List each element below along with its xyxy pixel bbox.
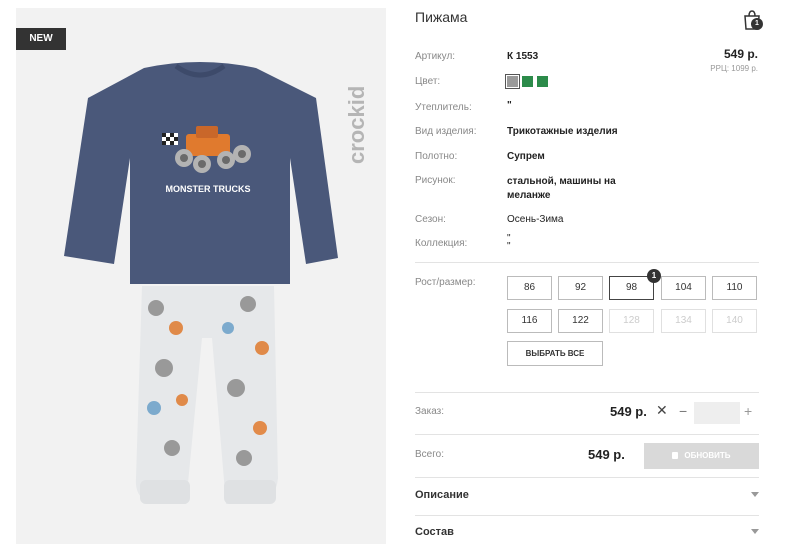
- size-option-110[interactable]: 110: [712, 276, 757, 300]
- product-title: Пижама: [415, 9, 468, 25]
- attr-label-color: Цвет:: [415, 76, 441, 87]
- color-swatch-green[interactable]: [522, 76, 533, 87]
- chevron-down-icon: [751, 492, 759, 497]
- total-price: 549 р.: [588, 447, 625, 462]
- size-option-92[interactable]: 92: [558, 276, 603, 300]
- attr-label-season: Сезон:: [415, 214, 446, 225]
- divider: [415, 434, 759, 435]
- attr-value-pattern: стальной, машины на меланже: [507, 176, 616, 201]
- chevron-down-icon: [751, 529, 759, 534]
- size-option-122[interactable]: 122: [558, 309, 603, 333]
- shirt-print-text: MONSTER TRUCKS: [166, 184, 251, 194]
- attr-label-collection: Коллекция:: [415, 238, 468, 249]
- quantity-increase-button[interactable]: +: [744, 403, 752, 419]
- attr-value-fabric: Супрем: [507, 151, 545, 162]
- recommended-retail-price: РРЦ: 1099 р.: [710, 64, 758, 73]
- attr-value-insulation: ": [507, 100, 512, 111]
- quantity-decrease-button[interactable]: −: [679, 403, 687, 419]
- accordion-composition-title: Состав: [415, 526, 454, 538]
- remove-order-icon[interactable]: ✕: [656, 402, 668, 419]
- select-all-sizes-button[interactable]: ВЫБРАТЬ ВСЕ: [507, 341, 603, 366]
- quantity-input[interactable]: [694, 402, 740, 424]
- product-image[interactable]: MONSTER TRUCKS NEW crockid: [16, 8, 386, 544]
- size-option-128: 128: [609, 309, 654, 333]
- lock-icon: [672, 452, 679, 459]
- new-badge: NEW: [16, 28, 66, 50]
- divider: [415, 262, 759, 263]
- attr-label-pattern: Рисунок:: [415, 175, 456, 186]
- size-option-86[interactable]: 86: [507, 276, 552, 300]
- size-option-104[interactable]: 104: [661, 276, 706, 300]
- order-label: Заказ:: [415, 406, 445, 417]
- total-label: Всего:: [415, 449, 444, 460]
- attr-value-product-type: Трикотажные изделия: [507, 126, 618, 137]
- attr-value-collection: " ": [507, 233, 511, 252]
- svg-text:crockid: crockid: [344, 86, 369, 164]
- size-option-140: 140: [712, 309, 757, 333]
- pajama-illustration: MONSTER TRUCKS: [64, 62, 338, 504]
- update-button[interactable]: ОБНОВИТЬ: [644, 443, 759, 469]
- size-selected-count-badge: 1: [647, 269, 661, 283]
- product-price: 549 р.: [723, 47, 758, 61]
- cart-count-badge: 1: [751, 18, 763, 30]
- attr-label-article: Артикул:: [415, 51, 456, 62]
- size-option-116[interactable]: 116: [507, 309, 552, 333]
- accordion-composition[interactable]: Состав: [415, 521, 759, 544]
- size-option-134: 134: [661, 309, 706, 333]
- attr-label-insulation: Утеплитель:: [415, 102, 472, 113]
- attr-label-fabric: Полотно:: [415, 151, 458, 162]
- order-price: 549 р.: [610, 404, 647, 419]
- divider: [415, 477, 759, 478]
- color-swatch-grey[interactable]: [505, 74, 520, 89]
- color-swatch-green-2[interactable]: [537, 76, 548, 87]
- divider: [415, 392, 759, 393]
- accordion-description-title: Описание: [415, 489, 469, 501]
- brand-logo: crockid: [344, 86, 369, 164]
- update-button-label: ОБНОВИТЬ: [684, 451, 731, 460]
- size-label: Рост/размер:: [415, 277, 476, 288]
- divider: [415, 515, 759, 516]
- attr-label-product-type: Вид изделия:: [415, 126, 477, 137]
- attr-value-article: К 1553: [507, 51, 539, 62]
- attr-value-season: Осень-Зима: [507, 214, 564, 225]
- accordion-description[interactable]: Описание: [415, 484, 759, 508]
